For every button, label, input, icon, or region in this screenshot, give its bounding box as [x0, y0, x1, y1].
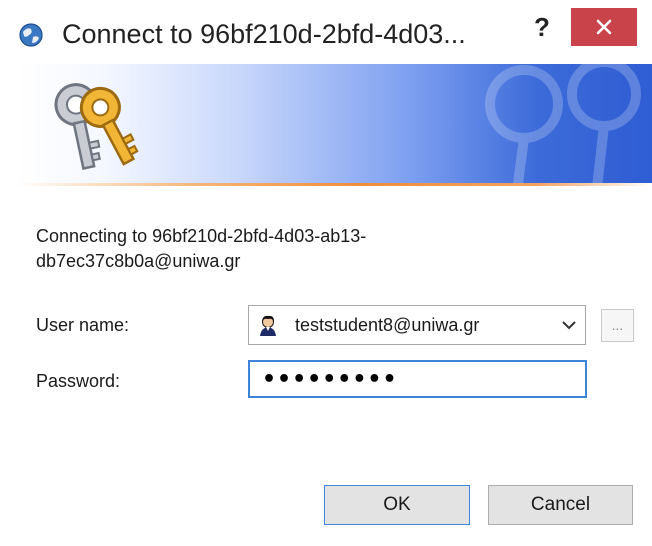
banner-accent-line — [16, 183, 652, 186]
cancel-button[interactable]: Cancel — [488, 485, 633, 525]
browse-users-button[interactable]: ... — [601, 309, 634, 342]
close-button[interactable] — [571, 8, 637, 46]
username-value: teststudent8@uniwa.gr — [295, 315, 480, 335]
close-icon — [596, 19, 612, 35]
username-combo[interactable]: teststudent8@uniwa.gr — [248, 305, 586, 345]
password-input[interactable] — [248, 360, 587, 398]
credentials-dialog: Connect to 96bf210d-2bfd-4d03... ? Conne… — [0, 0, 652, 546]
password-label: Password: — [36, 371, 121, 391]
keys-icon — [54, 83, 139, 170]
ok-button[interactable]: OK — [324, 485, 470, 525]
connection-message: Connecting to 96bf210d-2bfd-4d03-ab13-db… — [36, 226, 367, 271]
globe-icon — [19, 23, 43, 47]
title-bar[interactable]: Connect to 96bf210d-2bfd-4d03... ? — [0, 0, 652, 64]
keys-watermark-icon — [485, 64, 641, 183]
banner — [16, 64, 652, 183]
window-title: Connect to 96bf210d-2bfd-4d03... — [62, 19, 466, 49]
help-button[interactable]: ? — [527, 10, 557, 44]
username-label: User name: — [36, 315, 130, 335]
chevron-down-icon[interactable] — [561, 317, 577, 333]
user-avatar-icon — [257, 314, 279, 336]
